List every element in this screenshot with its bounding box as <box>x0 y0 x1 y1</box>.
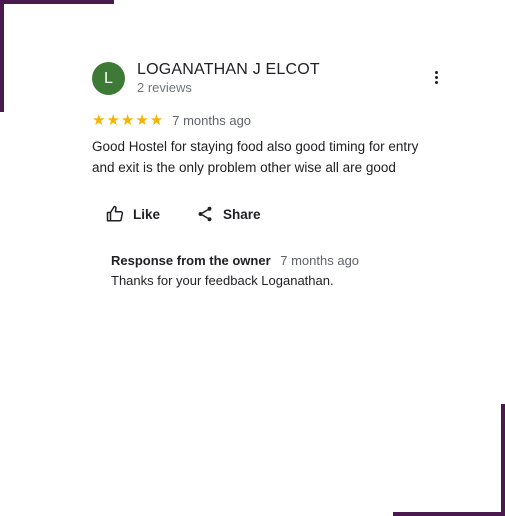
thumbs-up-icon <box>106 205 124 222</box>
review-actions: Like Share <box>92 204 452 224</box>
owner-response-time: 7 months ago <box>280 253 360 268</box>
frame-corner-top-left-horizontal <box>0 0 114 4</box>
star-rating: ★★★★★ <box>92 111 165 129</box>
owner-response: Response from the owner 7 months ago Tha… <box>92 252 452 290</box>
owner-response-header: Response from the owner 7 months ago <box>111 252 452 270</box>
review-screenshot: L LOGANATHAN J ELCOT 2 reviews ★★★★★ 7 m… <box>0 0 505 516</box>
rating-row: ★★★★★ 7 months ago <box>92 111 452 129</box>
frame-corner-bottom-right-horizontal <box>393 512 505 516</box>
review-count: 2 reviews <box>137 80 192 95</box>
owner-response-title: Response from the owner <box>111 253 271 268</box>
share-label: Share <box>223 206 261 222</box>
like-button[interactable]: Like <box>106 205 160 223</box>
share-icon <box>198 206 212 222</box>
review-text: Good Hostel for staying food also good t… <box>92 139 419 175</box>
review-header: L LOGANATHAN J ELCOT 2 reviews <box>92 58 452 102</box>
avatar[interactable]: L <box>92 62 125 95</box>
review-card: L LOGANATHAN J ELCOT 2 reviews ★★★★★ 7 m… <box>92 58 452 290</box>
like-label: Like <box>133 206 161 222</box>
review-time: 7 months ago <box>172 112 252 128</box>
reviewer-name[interactable]: LOGANATHAN J ELCOT <box>137 61 320 79</box>
more-options-icon[interactable] <box>430 71 442 89</box>
owner-response-text: Thanks for your feedback Loganathan. <box>111 273 334 288</box>
share-button[interactable]: Share <box>196 205 261 223</box>
frame-corner-bottom-right-vertical <box>501 404 505 516</box>
frame-corner-top-left-vertical <box>0 0 4 112</box>
